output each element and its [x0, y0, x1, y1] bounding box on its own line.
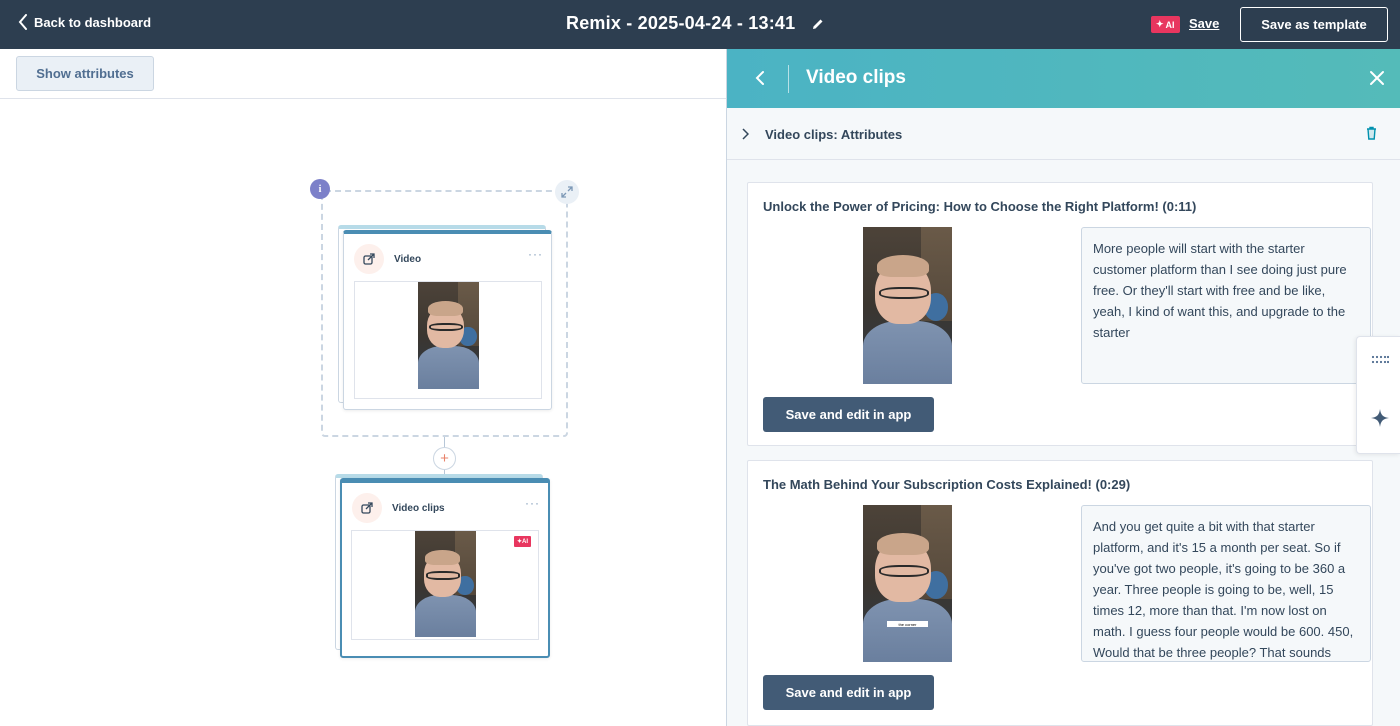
back-label: Back to dashboard	[34, 14, 152, 30]
save-link[interactable]: Save	[1189, 16, 1219, 31]
chevron-right-icon	[742, 128, 749, 140]
close-icon[interactable]	[1368, 69, 1386, 87]
connector-line	[444, 437, 445, 447]
node-header: Video clips	[352, 493, 445, 523]
header-divider	[788, 65, 789, 93]
trash-icon[interactable]	[1365, 126, 1378, 140]
video-node-preview	[354, 281, 542, 399]
video-clips-node[interactable]: Video clips ··· ✦ AI	[340, 478, 550, 658]
add-step-button[interactable]: +	[433, 447, 456, 470]
panel-header: Video clips	[727, 49, 1400, 108]
chevron-left-icon[interactable]	[751, 67, 771, 89]
attributes-label: Video clips: Attributes	[765, 127, 903, 142]
video-caption: the corner	[887, 621, 928, 628]
export-icon	[363, 253, 375, 265]
more-options-icon[interactable]: ···	[528, 248, 543, 260]
video-node-icon	[354, 244, 384, 274]
side-toolbar	[1356, 336, 1400, 454]
save-as-template-button[interactable]: Save as template	[1240, 7, 1388, 42]
back-to-dashboard-link[interactable]: Back to dashboard	[18, 14, 151, 30]
clip-transcript[interactable]: And you get quite a bit with that starte…	[1081, 505, 1371, 662]
video-thumbnail	[418, 282, 479, 389]
sparkle-icon: ✦	[1156, 19, 1164, 29]
export-icon	[361, 502, 373, 514]
clip-thumbnail[interactable]	[863, 227, 952, 384]
clip-title: The Math Behind Your Subscription Costs …	[763, 477, 1131, 492]
clip-thumbnail[interactable]: the corner	[863, 505, 952, 662]
sparkle-icon[interactable]	[1371, 409, 1389, 427]
clip-card: The Math Behind Your Subscription Costs …	[747, 460, 1373, 726]
expand-icon	[561, 186, 573, 198]
show-attributes-button[interactable]: Show attributes	[16, 56, 154, 91]
node-header: Video	[354, 244, 421, 274]
chevron-left-icon	[18, 14, 27, 30]
video-clips-node-icon	[352, 493, 382, 523]
more-options-icon[interactable]: ···	[525, 497, 540, 509]
top-bar: Back to dashboard Remix - 2025-04-24 - 1…	[0, 0, 1400, 49]
video-node-label: Video	[394, 253, 422, 265]
workflow-canvas[interactable]: i Video ··· + Video clips ··· ✦ AI	[0, 99, 726, 726]
video-node[interactable]: Video ···	[343, 230, 552, 410]
video-clips-node-label: Video clips	[392, 502, 445, 514]
ai-badge-label: AI	[1165, 19, 1175, 30]
ai-badge: ✦ AI	[1151, 16, 1180, 33]
ai-badge-small: ✦ AI	[514, 536, 532, 547]
video-clips-node-preview: ✦ AI	[351, 530, 539, 640]
details-panel: Video clips Video clips: Attributes Unlo…	[726, 49, 1400, 726]
save-and-edit-button[interactable]: Save and edit in app	[763, 675, 934, 710]
title-group: Remix - 2025-04-24 - 13:41	[566, 13, 825, 34]
clip-title: Unlock the Power of Pricing: How to Choo…	[763, 199, 1197, 214]
grid-dots-icon[interactable]	[1371, 355, 1389, 365]
save-and-edit-button[interactable]: Save and edit in app	[763, 397, 934, 432]
video-clip-thumbnail	[415, 531, 476, 637]
canvas-toolbar: Show attributes	[0, 49, 726, 99]
panel-title: Video clips	[806, 67, 906, 88]
expand-button[interactable]	[555, 180, 579, 204]
clip-transcript[interactable]: More people will start with the starter …	[1081, 227, 1371, 384]
page-title: Remix - 2025-04-24 - 13:41	[566, 13, 796, 33]
clip-card: Unlock the Power of Pricing: How to Choo…	[747, 182, 1373, 446]
info-icon[interactable]: i	[310, 179, 330, 199]
pencil-icon[interactable]	[811, 17, 825, 31]
ai-badge-small-label: AI	[522, 538, 529, 545]
attributes-accordion[interactable]: Video clips: Attributes	[727, 108, 1400, 160]
